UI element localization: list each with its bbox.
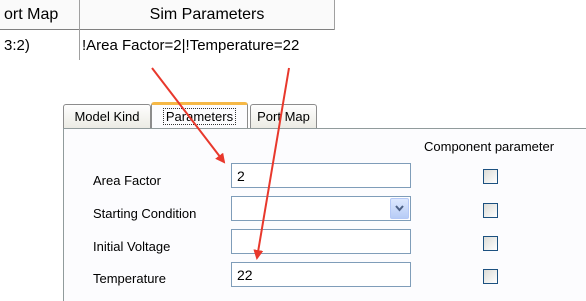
annotation-arrows — [151, 67, 290, 260]
arrow-temperature — [253, 67, 290, 260]
arrow-area-factor — [151, 67, 226, 164]
